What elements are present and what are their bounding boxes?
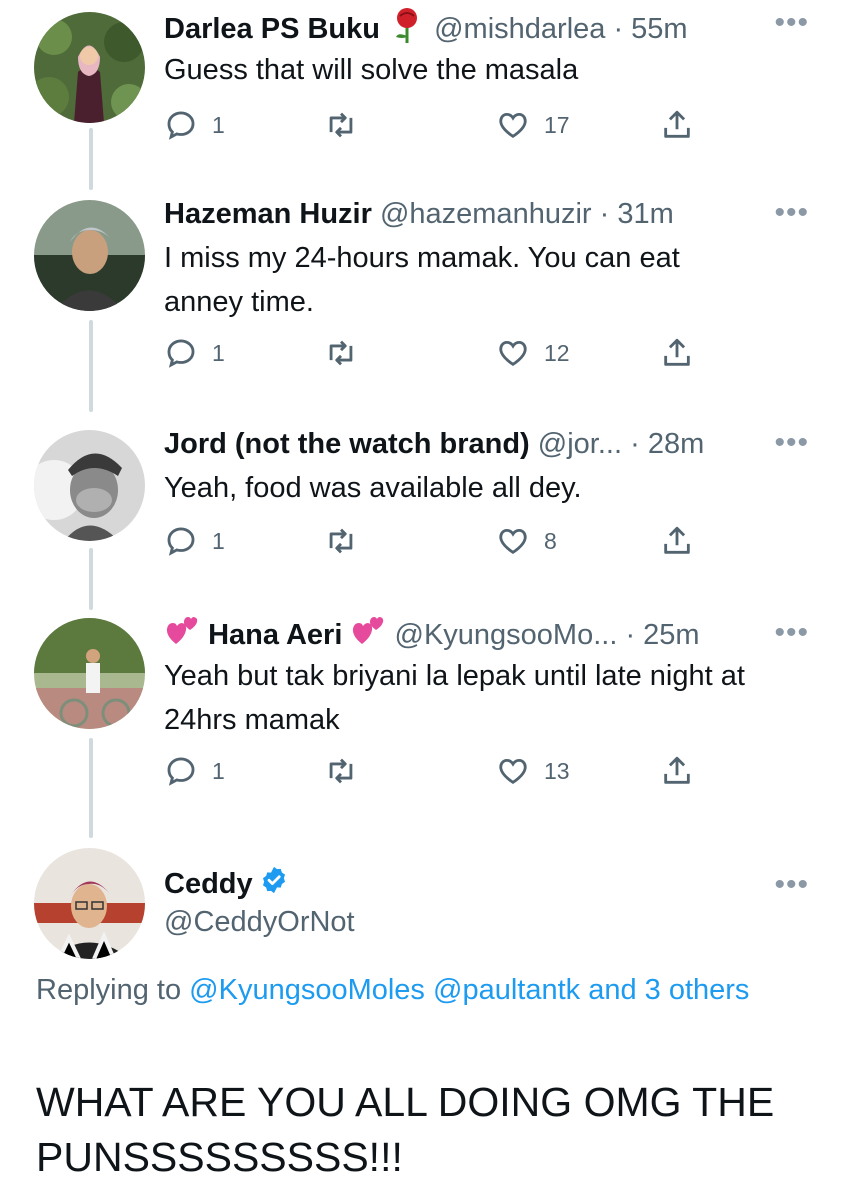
reply-count: 1 <box>212 111 225 138</box>
mention-link[interactable]: @KyungsooMoles <box>189 974 425 1006</box>
avatar[interactable] <box>34 848 145 959</box>
like-count: 12 <box>544 339 570 366</box>
share-icon <box>664 338 690 366</box>
share-button[interactable] <box>660 754 694 788</box>
tweet-text: I miss my 24-hours mamak. You can eat an… <box>164 242 680 318</box>
like-button[interactable]: 12 <box>496 336 570 370</box>
user-handle[interactable]: @hazemanhuzir <box>380 198 592 230</box>
others-link[interactable]: and 3 others <box>588 974 749 1006</box>
like-count: 13 <box>544 757 570 784</box>
avatar[interactable] <box>34 12 145 123</box>
share-button[interactable] <box>660 336 694 370</box>
reply-icon <box>167 111 195 140</box>
timestamp[interactable]: 25m <box>643 619 699 651</box>
separator: · <box>605 13 632 46</box>
separator: · <box>622 428 648 460</box>
more-options-icon[interactable]: ••• <box>774 426 809 460</box>
display-name[interactable]: Ceddy <box>164 868 253 900</box>
two-hearts-emoji-icon <box>350 614 386 659</box>
reply-count: 1 <box>212 527 225 554</box>
display-name[interactable]: Jord (not the watch brand) <box>164 428 530 460</box>
retweet-icon <box>329 112 353 138</box>
tweet[interactable]: Hazeman Huzir @hazemanhuzir · 31m ••• I … <box>0 190 843 420</box>
like-button[interactable]: 13 <box>496 754 570 788</box>
avatar[interactable] <box>34 430 145 541</box>
more-options-icon[interactable]: ••• <box>774 196 809 230</box>
heart-icon <box>499 528 527 554</box>
reply-button[interactable]: 1 <box>164 524 225 558</box>
user-handle[interactable]: @jor... <box>538 428 622 460</box>
reply-icon <box>167 757 195 786</box>
tweet-text: Guess that will solve the masala <box>164 54 579 86</box>
more-options-icon[interactable]: ••• <box>774 6 809 40</box>
like-count: 17 <box>544 111 570 138</box>
display-name[interactable]: Hana Aeri <box>208 619 342 651</box>
replying-prefix: Replying to <box>36 974 190 1006</box>
retweet-button[interactable] <box>324 754 358 788</box>
tweet-header: Hazeman Huzir @hazemanhuzir · 31m <box>164 194 674 234</box>
retweet-icon <box>329 340 353 366</box>
retweet-icon <box>329 758 353 784</box>
reply-button[interactable]: 1 <box>164 754 225 788</box>
share-icon <box>664 526 690 554</box>
more-options-icon[interactable]: ••• <box>774 868 809 902</box>
retweet-icon <box>329 528 353 554</box>
reply-count: 1 <box>212 339 225 366</box>
retweet-button[interactable] <box>324 108 358 142</box>
reply-count: 1 <box>212 757 225 784</box>
separator: · <box>617 619 644 652</box>
reply-icon <box>167 339 195 368</box>
tweet[interactable]: Hana Aeri @KyungsooMo... · 25m ••• Yeah … <box>0 610 843 840</box>
tweet-text: Yeah but tak briyani la lepak until late… <box>164 660 745 736</box>
more-options-icon[interactable]: ••• <box>774 616 809 650</box>
avatar[interactable] <box>34 618 145 729</box>
display-name[interactable]: Hazeman Huzir <box>164 198 372 230</box>
verified-badge-icon <box>259 865 289 906</box>
like-button[interactable]: 8 <box>496 524 557 558</box>
retweet-button[interactable] <box>324 524 358 558</box>
reply-button[interactable]: 1 <box>164 336 225 370</box>
timestamp[interactable]: 55m <box>631 13 687 45</box>
tweet-header: @CeddyOrNot <box>164 902 355 942</box>
user-handle[interactable]: @mishdarlea <box>434 13 605 45</box>
two-hearts-emoji-icon <box>164 614 200 659</box>
heart-icon <box>499 340 527 366</box>
share-button[interactable] <box>660 108 694 142</box>
separator: · <box>591 198 618 230</box>
mention-link[interactable]: @paultantk <box>433 974 580 1006</box>
timestamp[interactable]: 28m <box>648 428 704 460</box>
like-count: 8 <box>544 527 557 554</box>
tweet[interactable]: Jord (not the watch brand) @jor... · 28m… <box>0 420 843 610</box>
tweet-text: Yeah, food was available all dey. <box>164 472 582 504</box>
main-tweet-text: WHAT ARE YOU ALL DOING OMG THE PUNSSSSSS… <box>36 1079 775 1180</box>
like-button[interactable]: 17 <box>496 108 570 142</box>
tweet-header: Jord (not the watch brand) @jor... · 28m <box>164 424 704 464</box>
heart-icon <box>499 112 527 138</box>
tweet-header: Hana Aeri @KyungsooMo... · 25m <box>164 614 700 659</box>
retweet-button[interactable] <box>324 336 358 370</box>
share-icon <box>664 110 690 138</box>
share-button[interactable] <box>660 524 694 558</box>
user-handle[interactable]: @KyungsooMo... <box>395 619 618 651</box>
tweet[interactable]: Darlea PS Buku @mishdarlea · 55m ••• Gue… <box>0 0 843 190</box>
share-icon <box>664 756 690 784</box>
replying-to: Replying to @KyungsooMoles @paultantk an… <box>36 968 796 1012</box>
tweet-header: Ceddy <box>164 864 289 906</box>
reply-button[interactable]: 1 <box>164 108 225 142</box>
timestamp[interactable]: 31m <box>617 198 673 230</box>
avatar[interactable] <box>34 200 145 311</box>
display-name[interactable]: Darlea PS Buku <box>164 13 380 45</box>
user-handle[interactable]: @CeddyOrNot <box>164 906 355 938</box>
reply-icon <box>167 527 195 556</box>
heart-icon <box>499 758 527 784</box>
